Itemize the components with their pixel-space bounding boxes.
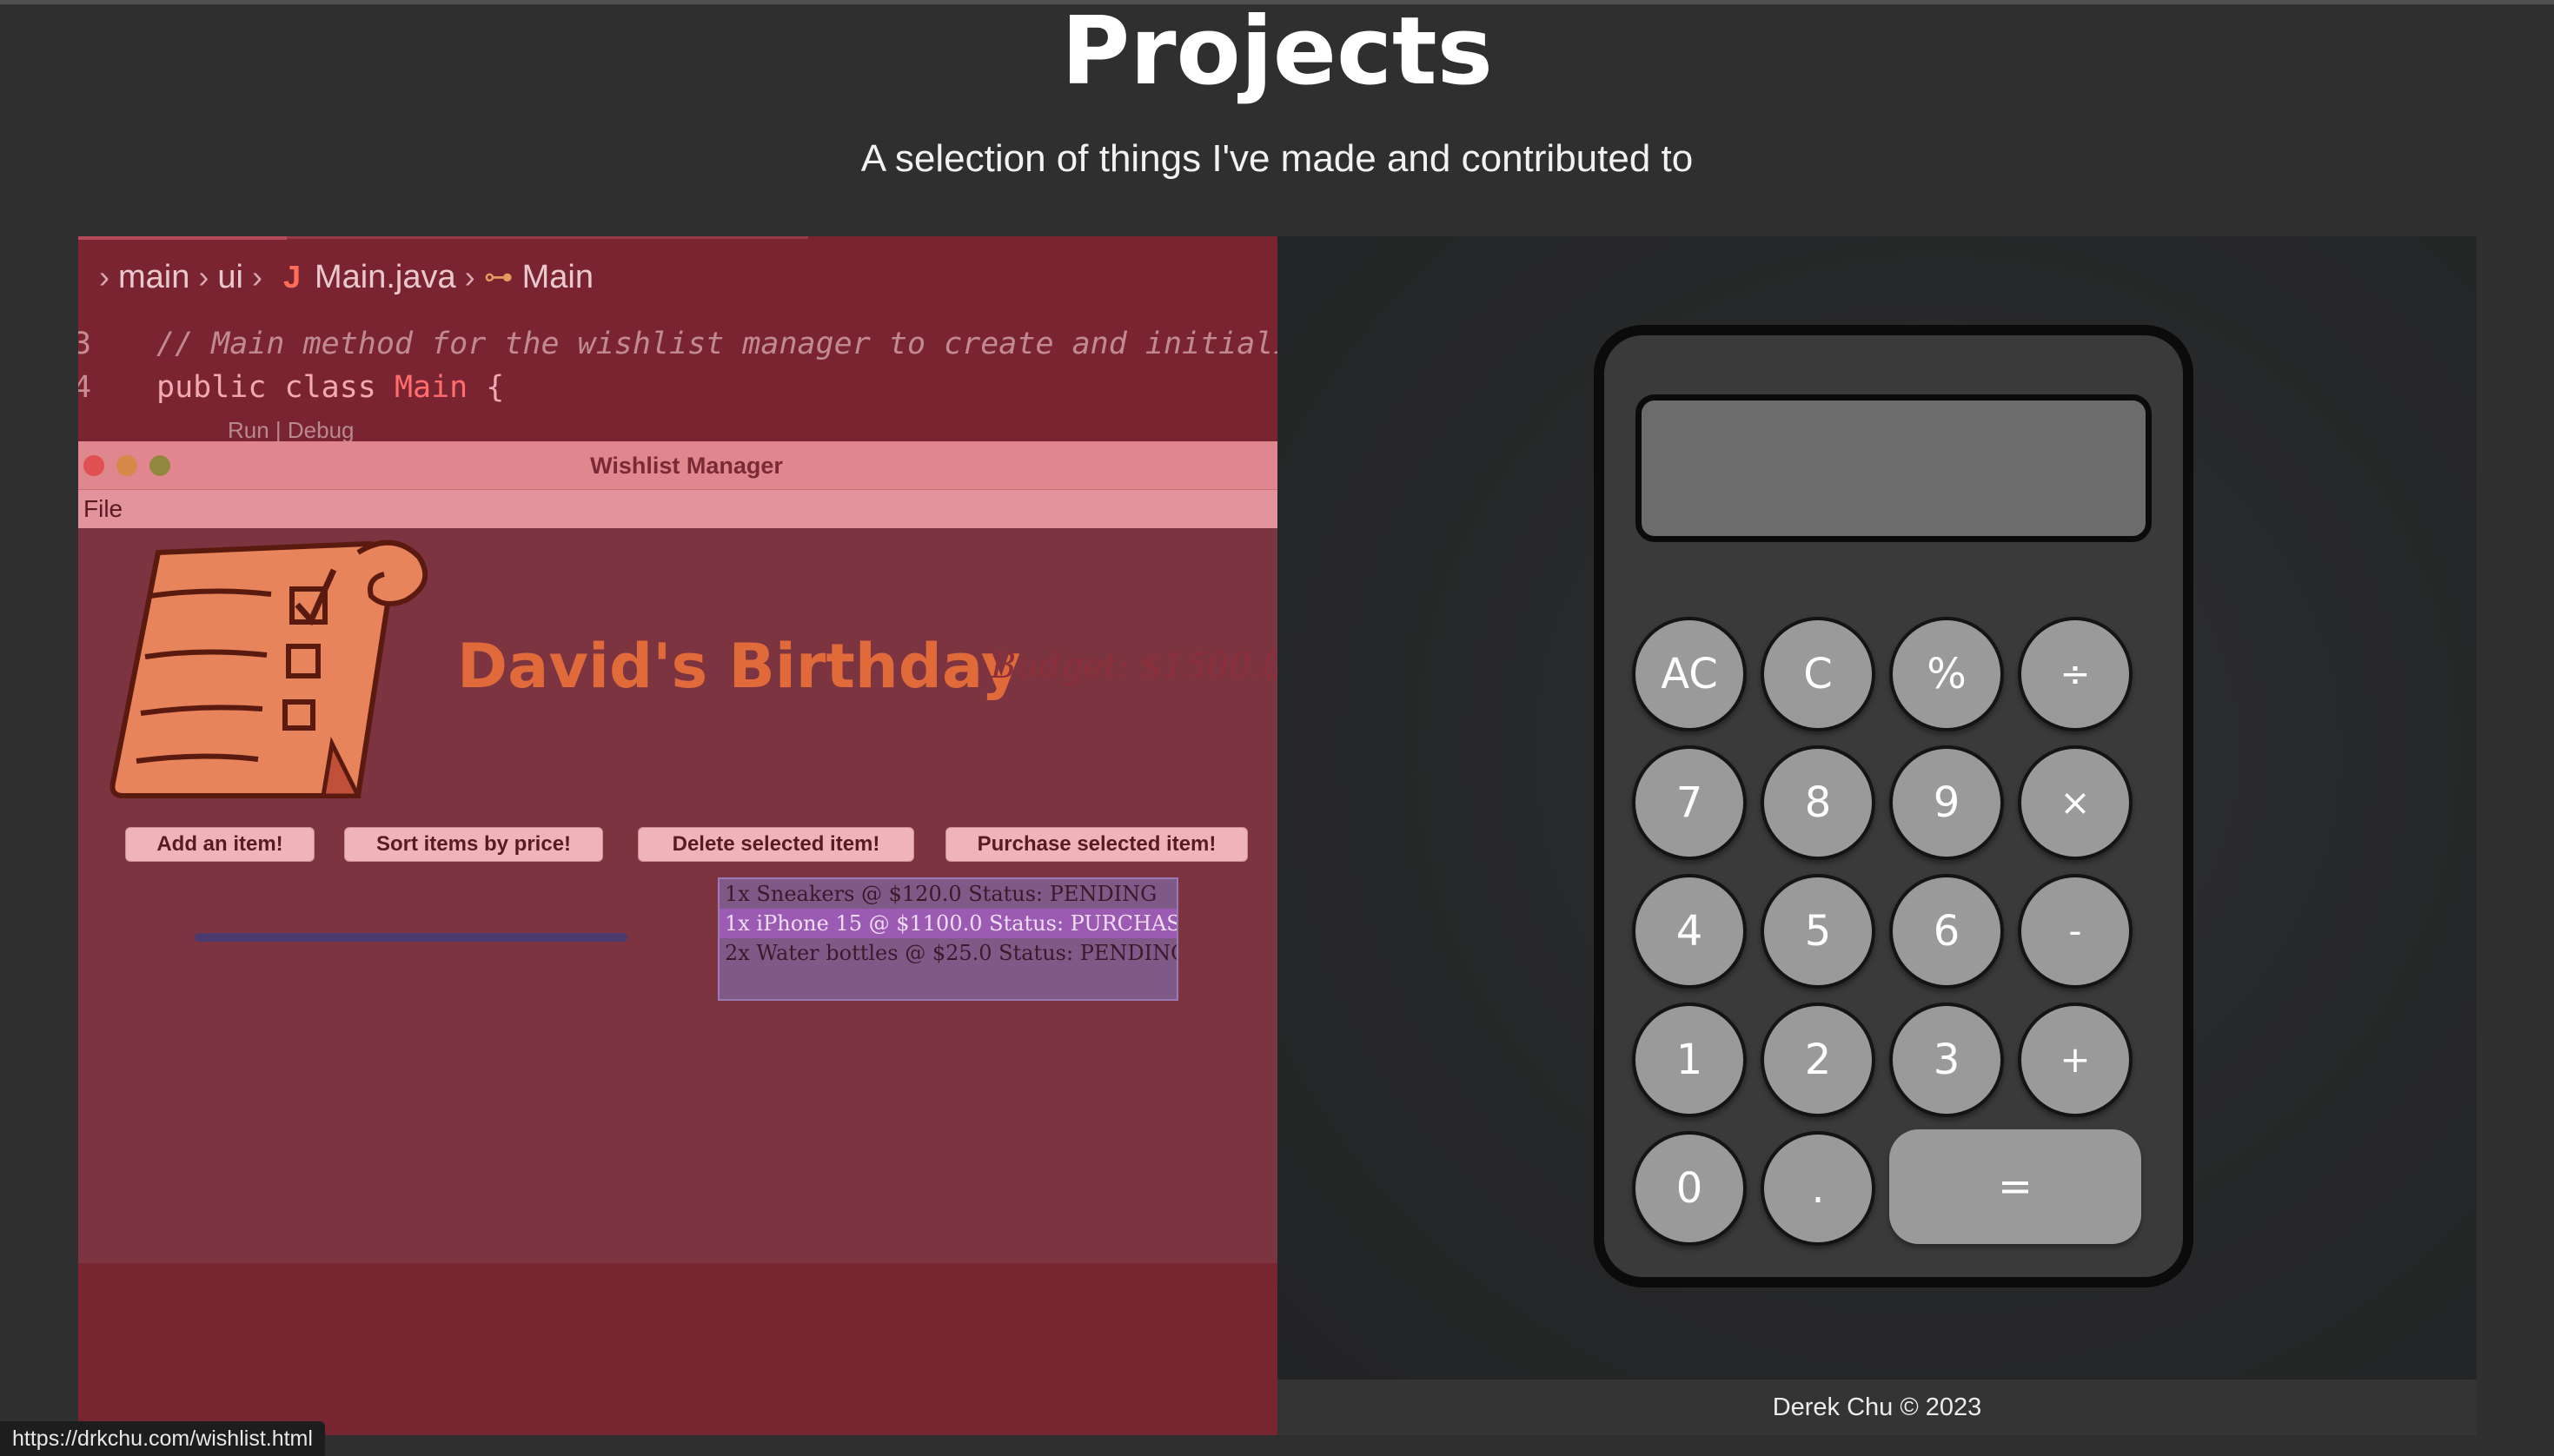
key-8[interactable]: 8 — [1761, 745, 1875, 860]
wishlist-scroll-icon — [109, 539, 428, 798]
chevron-right-icon: › — [198, 259, 209, 295]
project-card-wishlist[interactable]: › main › ui › J Main.java › ⊶ Main 3 // … — [78, 236, 1277, 1435]
card-bottom-panel — [78, 1263, 1277, 1435]
key-1[interactable]: 1 — [1632, 1003, 1747, 1117]
sort-items-button[interactable]: Sort items by price! — [344, 827, 603, 862]
wishlist-title: David's Birthday — [457, 631, 1021, 702]
page-title: Projects — [1061, 0, 1493, 106]
key-clear[interactable]: C — [1761, 617, 1875, 731]
key-minus[interactable]: - — [2018, 874, 2133, 989]
purchase-item-button[interactable]: Purchase selected item! — [945, 827, 1248, 862]
menu-bar: File — [78, 490, 1277, 528]
page-subtitle: A selection of things I've made and cont… — [860, 137, 1694, 180]
list-item[interactable]: 1x Sneakers @ $120.0 Status: PENDING — [720, 879, 1177, 909]
editor-breadcrumb: › main › ui › J Main.java › ⊶ Main — [90, 255, 594, 299]
key-2[interactable]: 2 — [1761, 1003, 1875, 1117]
chevron-right-icon: › — [251, 259, 262, 295]
key-decimal[interactable]: . — [1761, 1131, 1875, 1246]
code-keyword: public class — [156, 370, 395, 405]
code-text: public class Main { — [156, 367, 504, 408]
wishlist-budget: Budget: $1500.0 — [991, 646, 1277, 686]
code-brace: { — [468, 370, 505, 405]
chevron-right-icon: › — [464, 259, 475, 295]
breadcrumb-item: main — [118, 258, 190, 295]
delete-item-button[interactable]: Delete selected item! — [638, 827, 914, 862]
breadcrumb-item: ui — [217, 258, 243, 295]
java-file-icon: J — [282, 259, 301, 295]
window-title: Wishlist Manager — [590, 453, 783, 479]
breadcrumb-item: Main — [521, 258, 594, 295]
editor-tab-accent — [287, 236, 808, 239]
editor-tab-accent — [78, 236, 287, 240]
calculator-display — [1635, 394, 2152, 542]
key-6[interactable]: 6 — [1889, 874, 2004, 989]
key-percent[interactable]: % — [1889, 617, 2004, 731]
code-lens: Run | Debug — [228, 417, 355, 443]
key-5[interactable]: 5 — [1761, 874, 1875, 989]
wishlist-window: Wishlist Manager File David's Birthday B… — [78, 441, 1277, 1310]
key-0[interactable]: 0 — [1632, 1131, 1747, 1246]
list-item[interactable]: 2x Water bottles @ $25.0 Status: PENDING — [720, 938, 1177, 968]
chevron-right-icon: › — [99, 259, 109, 295]
key-all-clear[interactable]: AC — [1632, 617, 1747, 731]
key-7[interactable]: 7 — [1632, 745, 1747, 860]
code-class-name: Main — [394, 370, 468, 405]
class-symbol-icon: ⊶ — [483, 261, 514, 294]
footer-copyright: Derek Chu © 2023 — [1277, 1380, 2477, 1435]
breadcrumb-item: Main.java — [314, 258, 456, 295]
key-4[interactable]: 4 — [1632, 874, 1747, 989]
line-number: 4 — [78, 370, 92, 405]
window-titlebar: Wishlist Manager — [78, 441, 1277, 490]
key-9[interactable]: 9 — [1889, 745, 2004, 860]
list-item[interactable]: 1x iPhone 15 @ $1100.0 Status: PURCHASED — [720, 909, 1177, 938]
key-plus[interactable]: + — [2018, 1003, 2133, 1117]
project-card-calculator[interactable]: AC C % ÷ 7 8 9 × 4 5 6 - 1 2 3 + 0 . = — [1277, 236, 2477, 1380]
menu-file[interactable]: File — [83, 493, 123, 525]
calculator-body: AC C % ÷ 7 8 9 × 4 5 6 - 1 2 3 + 0 . = — [1594, 325, 2193, 1287]
add-item-button[interactable]: Add an item! — [125, 827, 315, 862]
key-divide[interactable]: ÷ — [2018, 617, 2133, 731]
key-3[interactable]: 3 — [1889, 1003, 2004, 1117]
line-number: 3 — [78, 327, 92, 361]
key-multiply[interactable]: × — [2018, 745, 2133, 860]
budget-progress-bar — [195, 933, 627, 942]
wishlist-items-list[interactable]: 1x Sneakers @ $120.0 Status: PENDING 1x … — [718, 877, 1178, 1001]
code-comment: // Main method for the wishlist manager … — [156, 327, 1277, 361]
status-bar-url: https://drkchu.com/wishlist.html — [0, 1421, 325, 1456]
key-equals[interactable]: = — [1889, 1129, 2141, 1244]
